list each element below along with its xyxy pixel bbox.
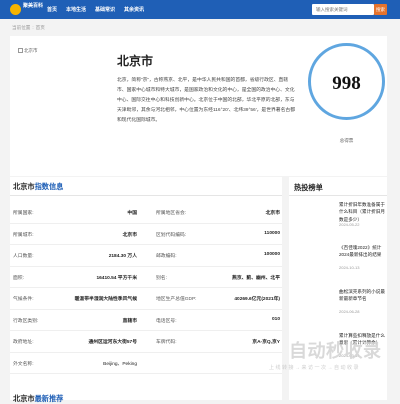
info-label: 人口数量: (13, 254, 34, 259)
info-label: 电话区号: (156, 318, 177, 324)
vote-count-ring[interactable]: 998 (308, 43, 385, 120)
watermark-overlay: 自动秒收录 上线转接→来访一次→自动收录 (264, 336, 400, 374)
info-row: 所属国家: 中国 所属地区省会: 北京市 (10, 202, 282, 224)
hot-item-thumbnail[interactable] (293, 245, 335, 271)
info-value: 暖温带半湿润大陆性季风气候 (74, 297, 137, 302)
logo-text: 聚美百科 (23, 3, 44, 9)
vote-count: 998 (332, 73, 361, 94)
hot-list-item[interactable]: 《百佳魂2022》统计2024最新排出的结果 2024-10-13 (293, 242, 385, 278)
info-value: 直辖市 (122, 318, 137, 324)
vote-count-caption: 总得票 (339, 138, 354, 143)
breadcrumb-separator: : (32, 25, 34, 30)
info-label: 所属城市: (13, 232, 34, 238)
hot-item-date: 2024-10-13 (339, 265, 360, 270)
latest-title-city: 北京市 (13, 394, 35, 403)
nav-basics[interactable]: 基础常识 (95, 6, 115, 13)
info-label: 车牌代码: (156, 340, 177, 345)
breadcrumb-label: 当前位置 (12, 25, 31, 30)
info-row: 政府地址: 通州区运河东大街57号 车牌代码: 京A-京Q,京Y (10, 331, 282, 353)
info-label: 外文名称: (13, 361, 34, 367)
info-label: 地区生产总值GDP: (156, 297, 197, 302)
info-value: 2184.30 万人 (108, 254, 137, 259)
city-image-alt: 北京市 (24, 48, 38, 53)
info-value: 北京市 (265, 211, 280, 216)
info-value: 通州区运河东大街57号 (88, 340, 137, 345)
index-info-card: 北京市指数信息 所属国家: 中国 所属地区省会: 北京市 所属城市: 北京市 区… (10, 177, 282, 403)
info-title-city: 北京市 (13, 182, 35, 191)
info-row: 面积: 16410.54 平方千米 别名: 燕京、蓟、幽州、北平 (10, 267, 282, 288)
info-table: 所属国家: 中国 所属地区省会: 北京市 所属城市: 北京市 区划代码编码: 1… (10, 202, 282, 374)
info-section-title: 北京市指数信息 (13, 182, 63, 192)
city-description: 北京，简称“京”，古称燕京、北平，是中华人民共和国的首都，省级行政区、直辖市、国… (117, 78, 295, 124)
hot-item-date: 2024-06-28 (339, 309, 360, 314)
city-image: 北京市 (18, 48, 98, 158)
city-summary-card: 北京市 北京市 北京，简称“京”，古称燕京、北平，是中华人民共和国的首都，省级行… (10, 36, 387, 176)
main-nav: 首页 本地生活 基础常识 其余资讯 (47, 6, 144, 13)
info-label: 气候条件: (13, 297, 34, 302)
info-value: 中国 (127, 211, 137, 216)
info-label: 所属国家: (13, 211, 34, 216)
info-value: 16410.54 平方千米 (96, 275, 137, 281)
latest-section-title: 北京市最新推荐 (13, 394, 63, 404)
section-divider (10, 195, 282, 196)
info-label: 政府地址: (13, 340, 34, 345)
hot-list-item[interactable]: 累计折旧年数准备属于什么科目（累计折旧月数是多少） 2024-05-22 (293, 199, 385, 235)
info-title-highlight: 指数信息 (34, 182, 64, 191)
nav-other-news[interactable]: 其余资讯 (124, 6, 144, 13)
latest-title-highlight: 最新推荐 (34, 394, 64, 403)
broken-image-icon (18, 48, 23, 53)
info-label: 邮政编码: (156, 254, 177, 259)
info-label: 面积: (13, 275, 24, 281)
info-value: 100000 (263, 252, 280, 257)
info-value: 40269.6亿元(2021年) (234, 297, 280, 302)
info-value: 北京市 (122, 232, 137, 238)
info-value: 010 (271, 316, 280, 322)
watermark-main-text: 自动秒收录 (289, 341, 382, 361)
info-label: 别名: (156, 275, 167, 281)
hot-item-title[interactable]: 累计折旧年数准备属于什么科目（累计折旧月数是多少） (339, 201, 385, 223)
info-row: 气候条件: 暖温带半湿润大陆性季风气候 地区生产总值GDP: 40269.6亿元… (10, 288, 282, 310)
hot-item-title[interactable]: 曲松滨壳系列的小说最新最新章节名 (339, 288, 385, 303)
logo-icon (10, 4, 21, 15)
nav-home[interactable]: 首页 (47, 6, 57, 13)
page-title: 北京市 (117, 54, 154, 68)
info-label: 所属地区省会: (156, 211, 187, 216)
hot-list-item[interactable]: 曲松滨壳系列的小说最新最新章节名 2024-06-28 (293, 286, 385, 322)
watermark-sub-text: 上线转接→来访一次→自动收录 (269, 365, 361, 371)
hot-item-thumbnail[interactable] (293, 202, 335, 228)
hot-item-date: 2024-05-22 (339, 222, 360, 227)
info-row: 外文名称: Beijing、Peking (10, 353, 282, 374)
info-row: 所属城市: 北京市 区划代码编码: 110000 (10, 224, 282, 245)
nav-local-life[interactable]: 本地生活 (66, 6, 86, 13)
info-value: Beijing、Peking (103, 361, 137, 367)
search-input[interactable] (312, 4, 374, 15)
info-value: 110000 (264, 230, 280, 236)
info-value: 燕京、蓟、幽州、北平 (232, 275, 280, 281)
breadcrumb: 当前位置: 首页 (12, 25, 45, 31)
search-button[interactable]: 搜索 (374, 4, 387, 15)
hot-item-thumbnail[interactable] (293, 289, 335, 315)
info-label: 行政区类别: (13, 318, 39, 324)
info-row: 人口数量: 2184.30 万人 邮政编码: 100000 (10, 245, 282, 267)
info-label: 区划代码编码: (156, 232, 187, 238)
info-row: 行政区类别: 直辖市 电话区号: 010 (10, 310, 282, 331)
top-navbar: 聚美百科 首页 本地生活 基础常识 其余资讯 搜索 (0, 0, 400, 19)
hot-item-title[interactable]: 《百佳魂2022》统计2024最新排出的结果 (339, 244, 385, 259)
section-divider (289, 195, 387, 196)
site-logo[interactable]: 聚美百科 (10, 3, 44, 16)
breadcrumb-home-link[interactable]: 首页 (36, 25, 45, 30)
hot-list-title: 热投榜单 (294, 183, 323, 192)
